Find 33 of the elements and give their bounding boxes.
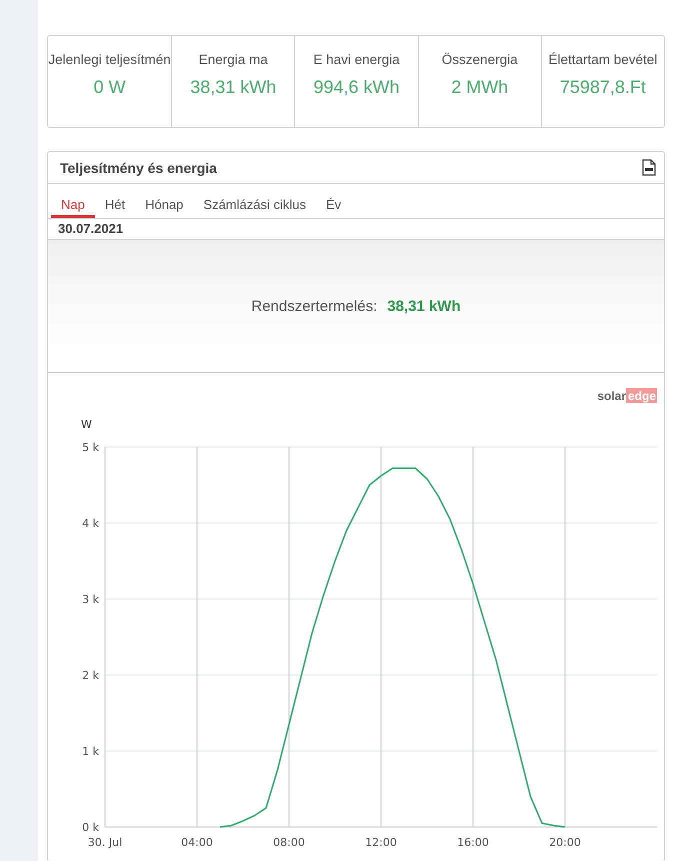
y-tick-label: 2 k — [82, 669, 99, 682]
period-tab[interactable]: Hónap — [135, 184, 194, 218]
x-tick-label: 04:00 — [181, 836, 213, 849]
kpi-label: E havi energia — [313, 52, 400, 67]
kpi-value: 75987,8.Ft — [560, 77, 646, 98]
kpi-label: Jelenlegi teljesítmén — [48, 52, 171, 67]
x-tick-label: 16:00 — [457, 836, 489, 849]
kpi-label: Összenergia — [442, 52, 518, 67]
kpi-value: 2 MWh — [451, 77, 508, 98]
panel-title: Teljesítmény és energia — [60, 160, 217, 176]
csv-file-icon[interactable] — [642, 159, 656, 176]
y-tick-label: 3 k — [82, 593, 99, 606]
logo: solar edge — [597, 388, 657, 403]
period-tab[interactable]: Év — [316, 184, 352, 218]
period-tab[interactable]: Nap — [51, 184, 95, 218]
summary-label: Rendszertermelés: — [251, 298, 378, 314]
summary-value: 38,31 kWh — [387, 298, 461, 314]
kpi-value: 38,31 kWh — [190, 77, 276, 98]
period-tab[interactable]: Számlázási ciklus — [193, 184, 316, 218]
x-tick-label: 30. Jul — [88, 836, 122, 849]
x-tick-label: 12:00 — [365, 836, 397, 849]
y-tick-label: 1 k — [82, 745, 99, 758]
kpi-label: Élettartam bevétel — [548, 52, 658, 67]
period-tab[interactable]: Hét — [94, 184, 136, 218]
kpi-label: Energia ma — [198, 52, 268, 67]
kpi-value: 994,6 kWh — [313, 77, 400, 98]
x-tick-label: 08:00 — [273, 836, 305, 849]
y-tick-label: 0 k — [82, 821, 99, 834]
axis-unit-label: W — [81, 418, 92, 431]
y-tick-label: 5 k — [82, 441, 99, 454]
y-tick-label: 4 k — [82, 517, 99, 530]
kpi-value: 0 W — [94, 77, 126, 98]
x-tick-label: 20:00 — [549, 836, 581, 849]
